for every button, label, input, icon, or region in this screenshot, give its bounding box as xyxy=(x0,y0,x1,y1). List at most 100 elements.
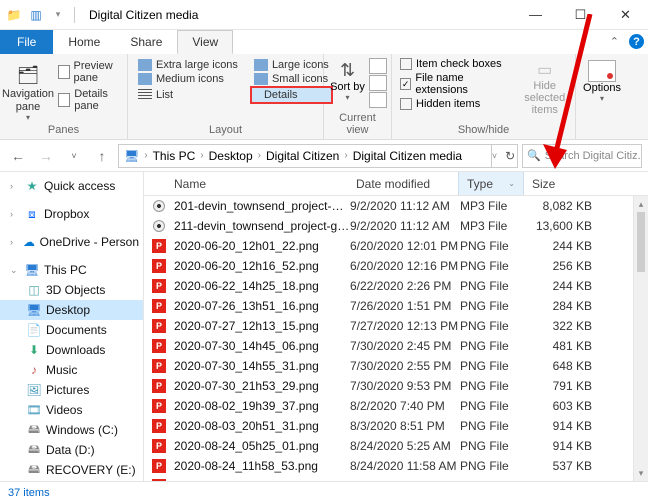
file-list[interactable]: 201-devin_townsend_project-hyperdri...9/… xyxy=(144,196,633,481)
file-name: 2020-08-24_11h58_53.png xyxy=(174,459,350,473)
nav-recovery-e[interactable]: 🖴RECOVERY (E:) xyxy=(0,460,143,480)
nav-dropbox[interactable]: ›⧈Dropbox xyxy=(0,204,143,224)
maximize-button[interactable]: ☐ xyxy=(558,0,603,30)
chevron-right-icon[interactable]: › xyxy=(342,150,349,161)
breadcrumb-digital-citizen[interactable]: Digital Citizen xyxy=(263,149,342,163)
scroll-up-icon[interactable]: ▴ xyxy=(634,196,648,212)
chevron-right-icon[interactable]: › xyxy=(10,181,20,191)
details-pane-button[interactable]: Details pane xyxy=(54,86,123,114)
nav-downloads[interactable]: ⬇Downloads xyxy=(0,340,143,360)
chevron-right-icon[interactable]: › xyxy=(198,150,205,161)
layout-small[interactable]: Small icons xyxy=(250,72,333,86)
nav-data-d[interactable]: 🖴Data (D:) xyxy=(0,440,143,460)
hide-selected-button[interactable]: ▭ Hide selected items xyxy=(518,56,571,124)
scroll-thumb[interactable] xyxy=(637,212,645,272)
breadcrumb-current[interactable]: Digital Citizen media xyxy=(350,149,465,163)
table-row[interactable]: P2020-07-30_14h45_06.png7/30/2020 2:45 P… xyxy=(144,336,633,356)
table-row[interactable]: P2020-08-24_05h25_01.png8/24/2020 5:25 A… xyxy=(144,436,633,456)
back-button[interactable]: ← xyxy=(6,144,30,168)
tab-home[interactable]: Home xyxy=(53,30,115,54)
breadcrumb-this-pc[interactable]: This PC xyxy=(150,149,199,163)
table-row[interactable]: P2020-06-20_12h01_22.png6/20/2020 12:01 … xyxy=(144,236,633,256)
file-size: 244 KB xyxy=(526,239,604,253)
forward-button[interactable]: → xyxy=(34,144,58,168)
nav-this-pc[interactable]: ⌄🖥This PC xyxy=(0,260,143,280)
table-row[interactable]: P2020-07-30_21h53_29.png7/30/2020 9:53 P… xyxy=(144,376,633,396)
size-columns-icon[interactable] xyxy=(369,92,387,108)
chevron-right-icon[interactable]: › xyxy=(10,237,18,247)
table-row[interactable]: 211-devin_townsend_project-grace.m...9/2… xyxy=(144,216,633,236)
up-button[interactable]: ↑ xyxy=(90,144,114,168)
nav-onedrive[interactable]: ›☁OneDrive - Person xyxy=(0,232,143,252)
table-row[interactable]: P2020-07-26_13h51_16.png7/26/2020 1:51 P… xyxy=(144,296,633,316)
nav-3d-objects[interactable]: ◫3D Objects xyxy=(0,280,143,300)
nav-music[interactable]: ♪Music xyxy=(0,360,143,380)
tab-share[interactable]: Share xyxy=(115,30,177,54)
details-pane-icon xyxy=(58,93,70,107)
layout-large[interactable]: Large icons xyxy=(250,58,333,72)
png-file-icon: P xyxy=(150,378,168,394)
preview-pane-button[interactable]: Preview pane xyxy=(54,58,123,86)
breadcrumb-desktop[interactable]: Desktop xyxy=(206,149,256,163)
column-name[interactable]: Name xyxy=(144,177,348,191)
group-layout-label: Layout xyxy=(132,124,319,137)
layout-medium[interactable]: Medium icons xyxy=(134,72,242,86)
file-type: PNG File xyxy=(460,279,526,293)
options-button[interactable]: Options ▾ xyxy=(580,56,624,103)
table-row[interactable]: 201-devin_townsend_project-hyperdri...9/… xyxy=(144,196,633,216)
scroll-down-icon[interactable]: ▾ xyxy=(634,465,648,481)
table-row[interactable]: P2020-06-22_14h25_18.png6/22/2020 2:26 P… xyxy=(144,276,633,296)
drive-icon: 🖴 xyxy=(26,423,42,437)
file-name: 2020-08-02_19h39_37.png xyxy=(174,399,350,413)
refresh-button[interactable]: ˅↻ xyxy=(491,145,515,167)
breadcrumb[interactable]: 🖥 › This PC › Desktop › Digital Citizen … xyxy=(118,144,518,168)
scrollbar[interactable]: ▴ ▾ xyxy=(633,196,648,481)
chevron-down-icon[interactable]: ⌄ xyxy=(10,265,20,276)
file-name: 201-devin_townsend_project-hyperdri... xyxy=(174,199,350,213)
nav-documents[interactable]: 📄Documents xyxy=(0,320,143,340)
qat-dropdown-icon[interactable]: ▾ xyxy=(50,7,66,23)
mp3-file-icon xyxy=(150,198,168,214)
chevron-right-icon[interactable]: › xyxy=(10,209,20,219)
nav-quick-access[interactable]: ›★Quick access xyxy=(0,176,143,196)
layout-details[interactable]: Details xyxy=(250,86,333,104)
layout-extra-large[interactable]: Extra large icons xyxy=(134,58,242,72)
recent-dropdown[interactable]: ˅ xyxy=(62,144,86,168)
table-row[interactable]: P2020-08-24_11h58_53.png8/24/2020 11:58 … xyxy=(144,456,633,476)
chevron-right-icon[interactable]: › xyxy=(256,150,263,161)
nav-desktop[interactable]: 🖥Desktop xyxy=(0,300,143,320)
column-date[interactable]: Date modified xyxy=(348,177,458,191)
column-type[interactable]: Type⌄ xyxy=(458,172,524,195)
file-type: PNG File xyxy=(460,419,526,433)
minimize-button[interactable]: — xyxy=(513,0,558,30)
nav-videos[interactable]: 🎞Videos xyxy=(0,400,143,420)
item-check-boxes-toggle[interactable]: Item check boxes xyxy=(400,58,512,70)
group-by-icon[interactable] xyxy=(369,58,387,74)
table-row[interactable]: P90644-sin-city-sin-city-andquot-gailan.… xyxy=(144,476,633,481)
chevron-right-icon[interactable]: › xyxy=(142,150,149,161)
tab-file[interactable]: File xyxy=(0,30,53,54)
hidden-items-toggle[interactable]: Hidden items xyxy=(400,98,512,110)
nav-pictures[interactable]: 🖼Pictures xyxy=(0,380,143,400)
table-row[interactable]: P2020-07-30_14h55_31.png7/30/2020 2:55 P… xyxy=(144,356,633,376)
ribbon-collapse-icon[interactable]: ⌃ xyxy=(610,35,619,48)
file-extensions-toggle[interactable]: ✓File name extensions xyxy=(400,72,512,96)
chevron-down-icon[interactable]: ⌄ xyxy=(508,179,515,188)
help-icon[interactable]: ? xyxy=(629,34,644,49)
search-input[interactable]: 🔍 Search Digital Citiz... xyxy=(522,144,642,168)
add-columns-icon[interactable] xyxy=(369,75,387,91)
tab-view[interactable]: View xyxy=(177,30,233,54)
navigation-pane-button[interactable]: 🗂 Navigation pane ▾ xyxy=(4,56,52,124)
close-button[interactable]: ✕ xyxy=(603,0,648,30)
file-date: 7/30/2020 9:53 PM xyxy=(350,379,460,393)
file-date: 7/30/2020 2:55 PM xyxy=(350,359,460,373)
layout-list[interactable]: List xyxy=(134,86,242,104)
table-row[interactable]: P2020-08-03_20h51_31.png8/3/2020 8:51 PM… xyxy=(144,416,633,436)
table-row[interactable]: P2020-07-27_12h13_15.png7/27/2020 12:13 … xyxy=(144,316,633,336)
sort-by-button[interactable]: ⇅ Sort by ▾ xyxy=(328,56,367,112)
table-row[interactable]: P2020-08-02_19h39_37.png8/2/2020 7:40 PM… xyxy=(144,396,633,416)
column-size[interactable]: Size xyxy=(524,177,602,191)
table-row[interactable]: P2020-06-20_12h16_52.png6/20/2020 12:16 … xyxy=(144,256,633,276)
nav-windows-c[interactable]: 🖴Windows (C:) xyxy=(0,420,143,440)
music-icon: ♪ xyxy=(26,363,42,377)
